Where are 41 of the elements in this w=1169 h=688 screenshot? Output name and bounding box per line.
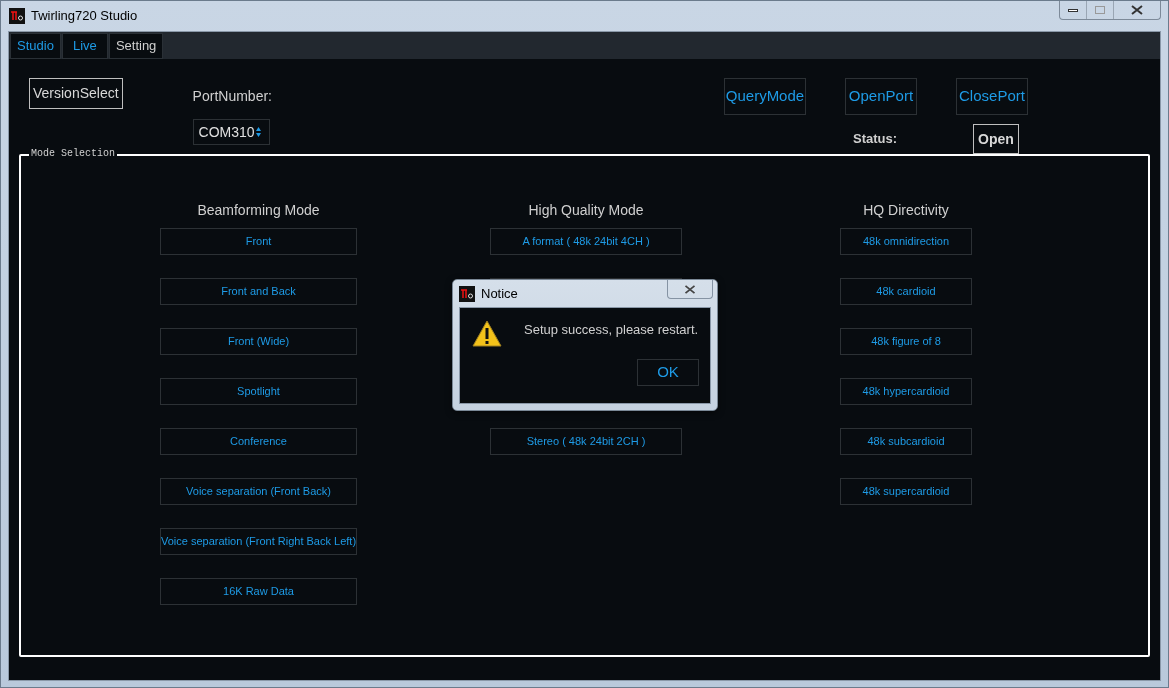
status-label: Status: xyxy=(852,130,898,149)
mode-button[interactable]: 48k figure of 8 xyxy=(840,328,972,355)
spinner-arrows-icon xyxy=(255,127,261,137)
mode-button[interactable]: Stereo ( 48k 24bit 2CH ) xyxy=(490,428,682,455)
mode-button[interactable]: 48k omnidirection xyxy=(840,228,972,255)
open-port-button[interactable]: OpenPort xyxy=(844,78,917,115)
mode-button[interactable]: Conference xyxy=(160,428,357,455)
dialog-title: Notice xyxy=(481,284,518,303)
mode-button[interactable]: Front and Back xyxy=(160,278,357,305)
dialog-close-button[interactable] xyxy=(667,280,713,299)
query-mode-button[interactable]: QueryMode xyxy=(723,78,806,115)
mode-button[interactable]: Voice separation (Front Right Back Left) xyxy=(160,528,357,555)
tab[interactable]: Studio xyxy=(10,33,61,59)
port-number-label: PortNumber: xyxy=(192,87,272,106)
mode-button[interactable]: 48k cardioid xyxy=(840,278,972,305)
app-logo-icon xyxy=(459,285,475,302)
version-select-button[interactable]: VersionSelect xyxy=(29,78,123,109)
mode-button[interactable]: 48k subcardioid xyxy=(840,428,972,455)
tab[interactable]: Setting xyxy=(108,33,164,59)
port-spinner[interactable]: COM310 xyxy=(192,119,270,145)
tab[interactable]: Live xyxy=(61,33,108,59)
dialog-message: Setup success, please restart. xyxy=(524,321,699,339)
mode-button[interactable]: A format ( 48k 24bit 4CH ) xyxy=(490,228,682,255)
mode-button[interactable]: Front (Wide) xyxy=(160,328,357,355)
mode-button[interactable]: 16K Raw Data xyxy=(160,578,357,605)
mode-button[interactable]: Spotlight xyxy=(160,378,357,405)
column-heading: High Quality Mode xyxy=(528,201,644,219)
warning-icon xyxy=(472,320,502,347)
ok-button[interactable]: OK xyxy=(637,359,699,386)
app-logo-icon xyxy=(9,8,25,24)
column-heading: HQ Directivity xyxy=(863,201,949,219)
close-icon xyxy=(1131,5,1143,15)
column-heading: Beamforming Mode xyxy=(197,201,320,219)
close-port-button[interactable]: ClosePort xyxy=(955,78,1028,115)
mode-button[interactable]: 48k supercardioid xyxy=(840,478,972,505)
mode-button[interactable]: 48k hypercardioid xyxy=(840,378,972,405)
status-value: Open xyxy=(973,124,1019,154)
mode-button[interactable]: Front xyxy=(160,228,357,255)
close-icon xyxy=(684,284,696,294)
window-title: Twirling720 Studio xyxy=(31,7,138,26)
mode-button[interactable]: Voice separation (Front Back) xyxy=(160,478,357,505)
